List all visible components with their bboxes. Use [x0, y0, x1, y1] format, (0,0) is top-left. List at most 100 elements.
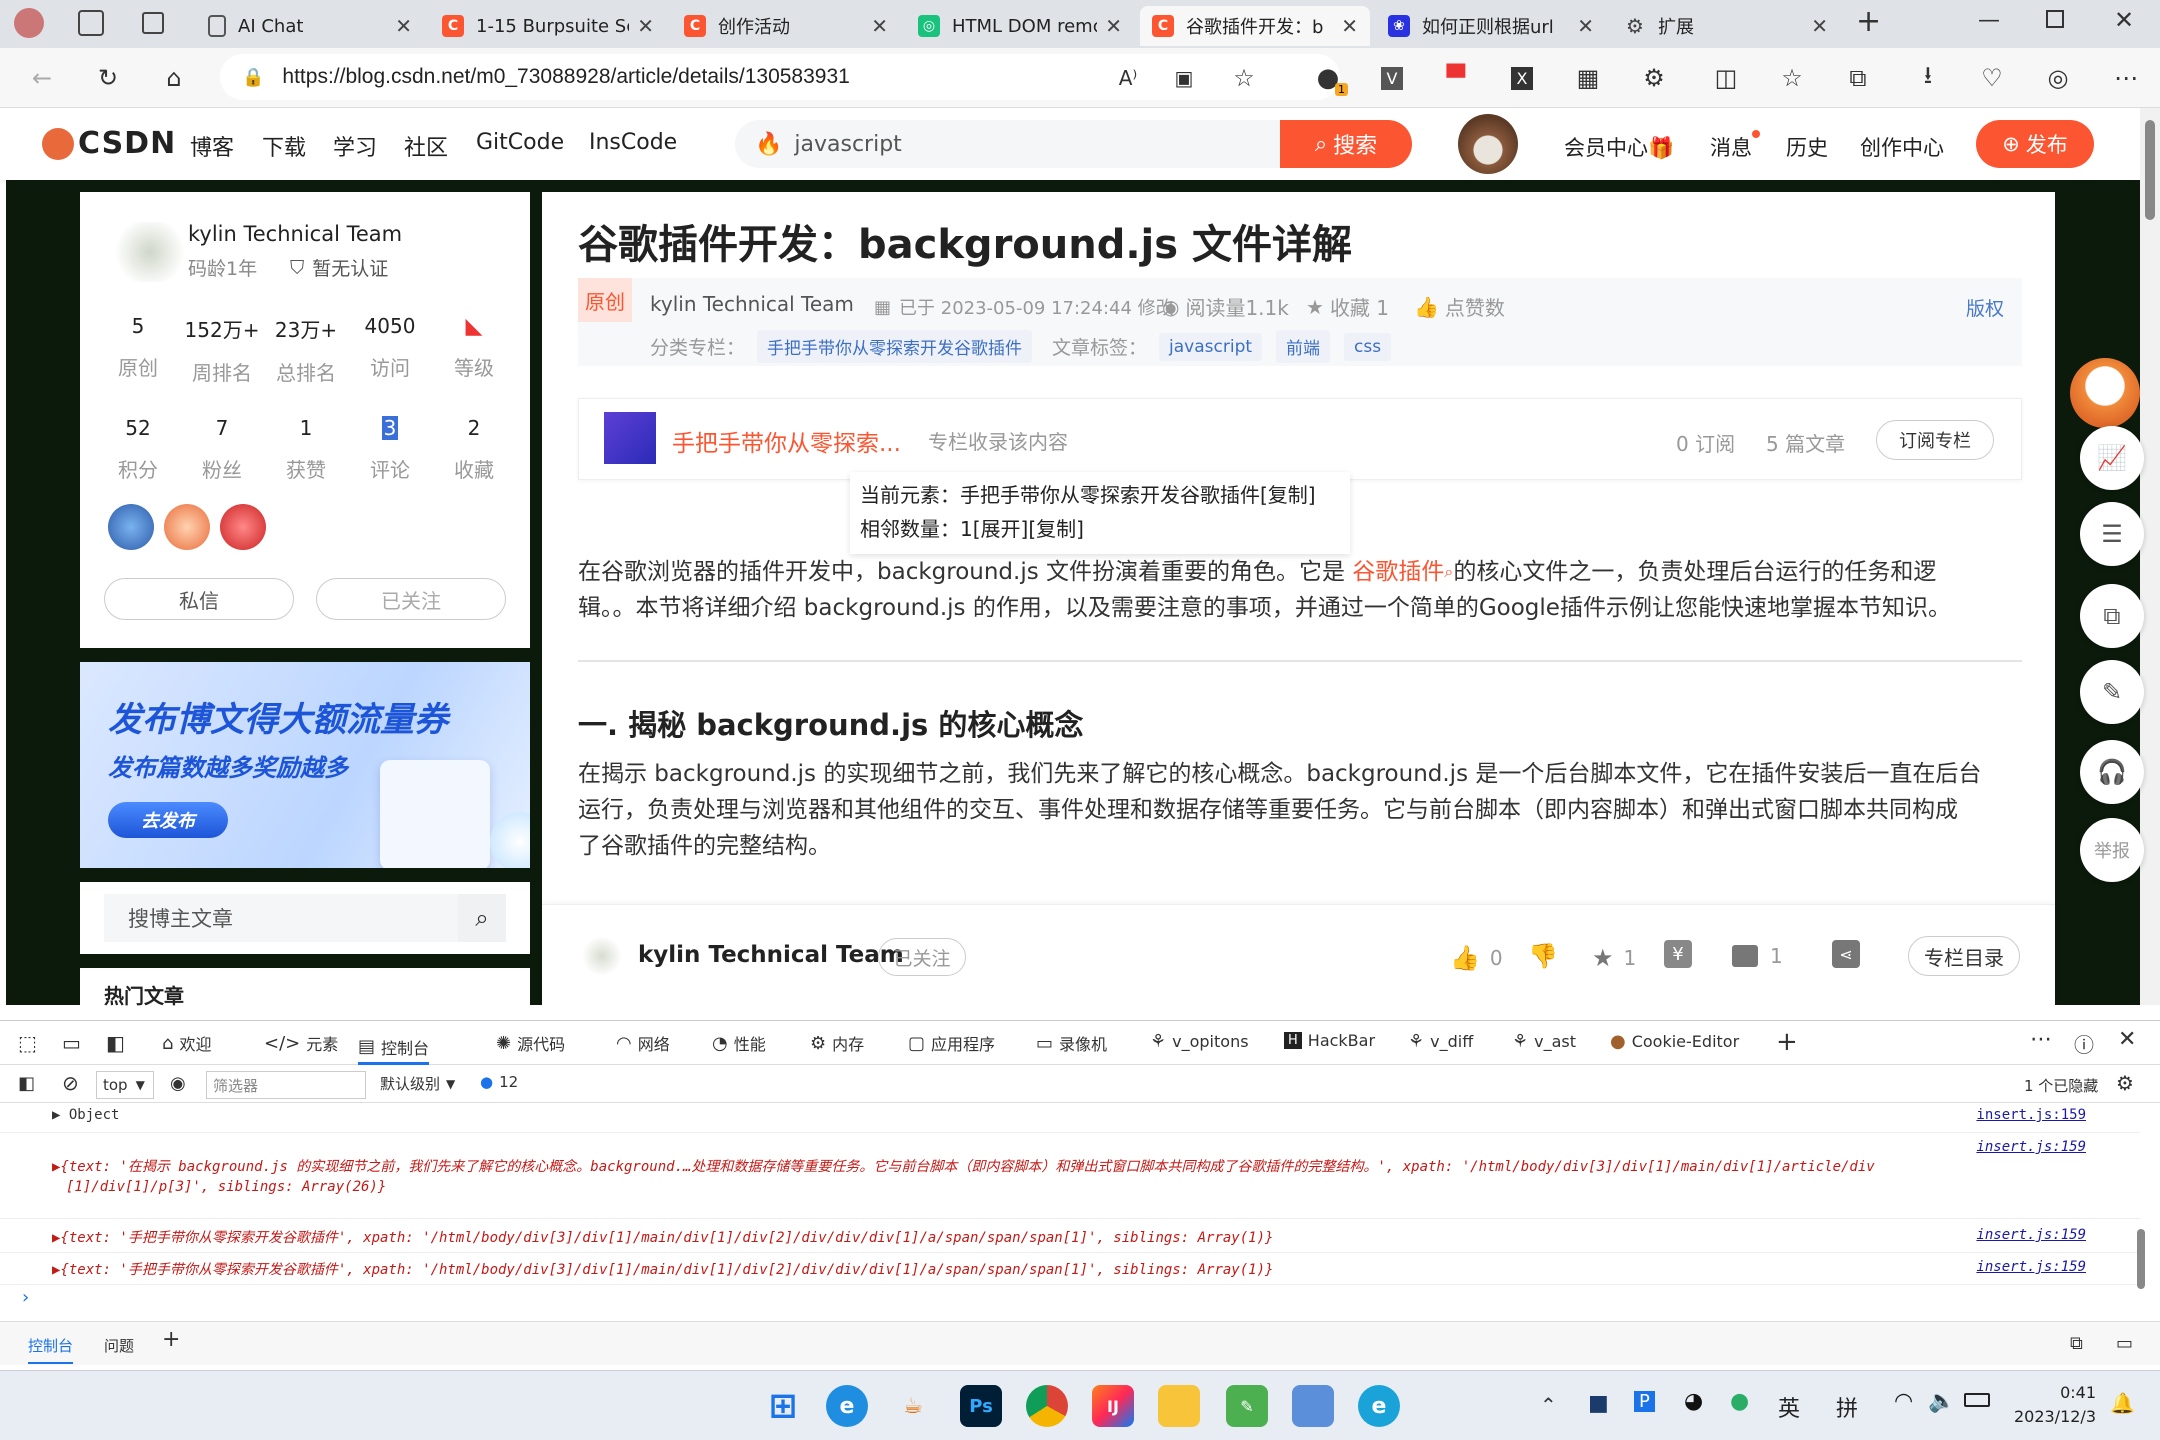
qr-code-icon[interactable]: ▦ — [1568, 58, 1608, 98]
stat-total-rank[interactable]: 23万+ 总排名 — [264, 314, 348, 386]
followed-button[interactable]: 已关注 — [316, 578, 506, 620]
tab-google-plugin[interactable]: C 谷歌插件开发：b ✕ — [1140, 6, 1370, 46]
tab-extensions[interactable]: ⚙ 扩展 ✕ — [1612, 6, 1840, 46]
stat-likes[interactable]: 1 获赞 — [264, 416, 348, 483]
close-icon[interactable]: ✕ — [637, 14, 654, 38]
mascot-icon[interactable] — [2070, 358, 2140, 428]
console-log-row[interactable]: ▶{text: '手把手带你从零探索开发谷歌插件', xpath: '/html… — [0, 1255, 2140, 1285]
page-scrollbar[interactable] — [2140, 108, 2160, 1005]
clock[interactable]: 0:41 2023/12/3 — [2010, 1381, 2096, 1429]
trend-icon[interactable]: 📈 — [2080, 426, 2144, 490]
level-selector[interactable]: 默认级别 ▼ — [380, 1073, 455, 1094]
console-scroll-thumb[interactable] — [2137, 1229, 2145, 1289]
favorites-icon[interactable]: ☆ — [1772, 58, 1812, 98]
stat-original[interactable]: 5 原创 — [96, 314, 180, 381]
stat-fans[interactable]: 7 粉丝 — [180, 416, 264, 483]
close-icon[interactable]: ✕ — [395, 14, 412, 38]
toolbar-author[interactable]: kylin Technical Team — [638, 942, 904, 968]
context-selector[interactable]: top ▼ — [96, 1071, 154, 1099]
inspect-icon[interactable]: ⬚ — [18, 1031, 37, 1055]
csdn-logo[interactable]: CSDN — [42, 126, 176, 161]
close-icon[interactable]: ✕ — [1811, 14, 1828, 38]
devtab-network[interactable]: ◠ 网络 — [616, 1031, 670, 1055]
console-log-row[interactable]: insert.js:159 ▶{text: '在揭示 background.js… — [0, 1135, 2140, 1219]
drawer-tab-console[interactable]: 控制台 — [28, 1335, 74, 1364]
sidebar-toggle-icon[interactable]: ◧ — [18, 1073, 35, 1094]
blog-search-button[interactable]: ⌕ — [458, 894, 506, 942]
tab-ai-chat[interactable]: AI Chat ✕ — [196, 6, 424, 46]
devtab-performance[interactable]: ◔ 性能 — [712, 1031, 766, 1055]
column-toc-button[interactable]: 专栏目录 — [1908, 936, 2020, 976]
nav-gitcode[interactable]: GitCode — [476, 130, 564, 155]
tray-cat-icon[interactable]: ■ — [1588, 1391, 1609, 1416]
favorite-star-icon[interactable]: ☆ — [1224, 58, 1264, 98]
chrome-icon[interactable] — [1026, 1385, 1068, 1427]
console-log-row[interactable]: ▶{text: '手把手带你从零探索开发谷歌插件', xpath: '/html… — [0, 1223, 2140, 1253]
help-icon[interactable]: ⓘ — [2074, 1029, 2094, 1058]
thumbs-down-icon[interactable]: 👎 — [1528, 942, 1558, 970]
console-scrollbar[interactable] — [2134, 1119, 2148, 1319]
stat-comments[interactable]: 3 评论 — [348, 416, 432, 483]
notepad-icon[interactable]: ✎ — [1226, 1385, 1268, 1427]
tray-wechat-icon[interactable]: ● — [1730, 1389, 1749, 1414]
dock-icon[interactable]: ◧ — [106, 1031, 125, 1055]
stat-favorites[interactable]: 2 收藏 — [432, 416, 516, 483]
toolbar-like[interactable]: 👍 0 — [1450, 944, 1503, 972]
edge-dev-icon[interactable]: e — [1358, 1385, 1400, 1427]
devtab-memory[interactable]: ⚙ 内存 — [810, 1031, 864, 1055]
share-icon[interactable]: ⋖ — [1832, 940, 1860, 968]
extensions-icon[interactable]: ⚙ — [1634, 58, 1674, 98]
site-search-input[interactable]: 🔥 javascript — [735, 120, 1280, 168]
publish-button[interactable]: ⊕ 发布 — [1976, 120, 2094, 168]
medal-icon[interactable] — [220, 504, 266, 550]
close-window-button[interactable]: ✕ — [2114, 6, 2134, 34]
page-scroll-thumb[interactable] — [2145, 120, 2155, 220]
promo-banner[interactable]: 发布博文得大额流量券 发布篇数越多奖励越多 去发布 — [80, 662, 530, 868]
nav-vip-center[interactable]: 会员中心🎁 — [1564, 132, 1674, 162]
nav-blog[interactable]: 博客 — [190, 130, 234, 162]
meta-favs[interactable]: ★ 收藏 1 — [1306, 292, 1389, 321]
toolbar-avatar[interactable] — [582, 936, 622, 976]
devtab-v-ast[interactable]: ⚘ v_ast — [1512, 1031, 1576, 1052]
device-toggle-icon[interactable]: ▭ — [62, 1031, 81, 1055]
devtab-v-opitons[interactable]: ⚘ v_opitons — [1150, 1031, 1249, 1052]
extension-icon[interactable]: ● 1 — [1308, 58, 1348, 98]
tab-html-dom[interactable]: ◎ HTML DOM remc ✕ — [906, 6, 1134, 46]
user-avatar[interactable] — [1458, 114, 1518, 174]
medal-icon[interactable] — [164, 504, 210, 550]
copyright-link[interactable]: 版权 — [1966, 294, 2004, 321]
edit-icon[interactable]: ✎ — [2080, 660, 2144, 724]
tray-chevron-icon[interactable]: ⌃ — [1540, 1393, 1557, 1417]
drawer-close-icon[interactable]: ▭ — [2116, 1333, 2133, 1354]
list-icon[interactable]: ☰ — [2080, 502, 2144, 566]
read-aloud-icon[interactable]: A⁾ — [1108, 58, 1148, 98]
tray-p-icon[interactable]: P — [1634, 1391, 1655, 1412]
restore-button[interactable] — [2046, 10, 2064, 28]
wifi-icon[interactable]: ◠ — [1894, 1389, 1913, 1414]
tray-qq-icon[interactable]: ◕ — [1684, 1389, 1703, 1414]
devtab-recorder[interactable]: ▭ 录像机 — [1036, 1031, 1107, 1055]
archive-icon[interactable] — [1292, 1385, 1334, 1427]
split-screen-icon[interactable]: ◫ — [1706, 58, 1746, 98]
profile-avatar[interactable] — [14, 8, 44, 38]
extension-v-icon[interactable]: V — [1372, 58, 1412, 98]
tab-creation-activity[interactable]: C 创作活动 ✕ — [672, 6, 900, 46]
close-icon[interactable]: ✕ — [1341, 14, 1358, 38]
console-log-row[interactable]: ▶ Object insert.js:159 — [0, 1105, 2140, 1133]
book-icon[interactable]: ⧉ — [2080, 584, 2144, 648]
extension-x-icon[interactable]: X — [1502, 58, 1542, 98]
column-tag[interactable]: 手把手带你从零探索开发谷歌插件 — [757, 330, 1033, 363]
devtab-console[interactable]: ▤ 控制台 — [358, 1031, 430, 1065]
nav-inscode[interactable]: InsCode — [589, 130, 677, 155]
report-button[interactable]: 举报 — [2080, 818, 2144, 882]
nav-messages[interactable]: 消息 — [1710, 130, 1760, 162]
console-settings-icon[interactable]: ⚙ — [2116, 1071, 2134, 1095]
toolbar-follow-button[interactable]: 已关注 — [878, 938, 966, 976]
intellij-icon[interactable]: IJ — [1092, 1385, 1134, 1427]
drawer-tab-issues[interactable]: 问题 — [104, 1335, 134, 1356]
nav-download[interactable]: 下载 — [262, 130, 306, 162]
close-icon[interactable]: ✕ — [1105, 14, 1122, 38]
refresh-button[interactable]: ↻ — [88, 58, 128, 98]
close-devtools-icon[interactable]: ✕ — [2118, 1027, 2136, 1052]
devtab-application[interactable]: ▢ 应用程序 — [908, 1031, 995, 1055]
